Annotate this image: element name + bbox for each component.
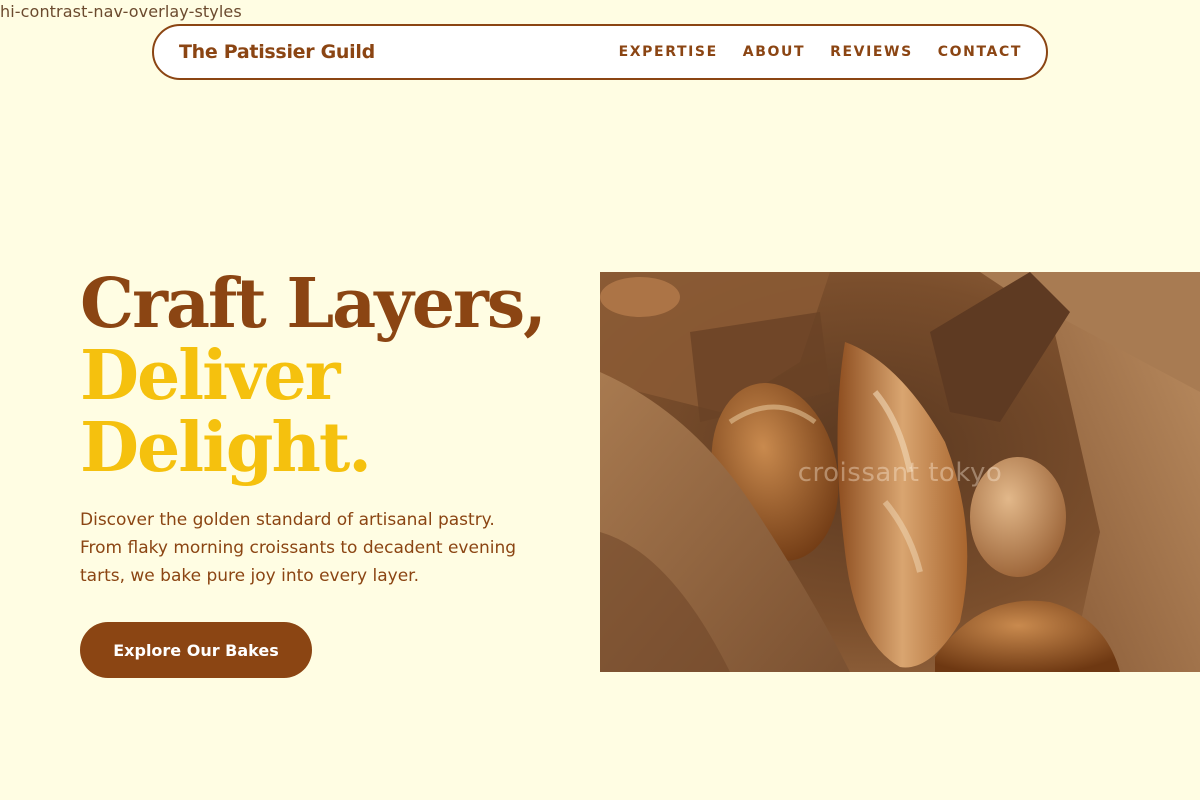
explore-bakes-button[interactable]: Explore Our Bakes <box>80 622 312 678</box>
nav-link-reviews[interactable]: REVIEWS <box>830 44 913 60</box>
nav-link-contact[interactable]: CONTACT <box>938 44 1022 60</box>
brand-logo[interactable]: The Patissier Guild <box>178 41 375 63</box>
page: hi-contrast-nav-overlay-styles The Patis… <box>0 0 1200 800</box>
hero-bread-image: croissant tokyo <box>600 272 1200 672</box>
nav-links: EXPERTISE ABOUT REVIEWS CONTACT <box>619 44 1022 60</box>
hero-title-line1: Craft Layers, <box>80 264 547 344</box>
nav-link-about[interactable]: ABOUT <box>743 44 805 60</box>
image-watermark: croissant tokyo <box>797 458 1003 488</box>
hero-title-line2: Deliver <box>80 336 340 416</box>
nav-link-expertise[interactable]: EXPERTISE <box>619 44 718 60</box>
class-label: hi-contrast-nav-overlay-styles <box>0 2 242 21</box>
hero-title: Craft Layers, Deliver Delight. <box>80 264 547 488</box>
hero-description: Discover the golden standard of artisana… <box>80 510 517 586</box>
main-nav: The Patissier Guild EXPERTISE ABOUT REVI… <box>152 24 1048 80</box>
hero-title-line3: Delight. <box>80 408 372 488</box>
